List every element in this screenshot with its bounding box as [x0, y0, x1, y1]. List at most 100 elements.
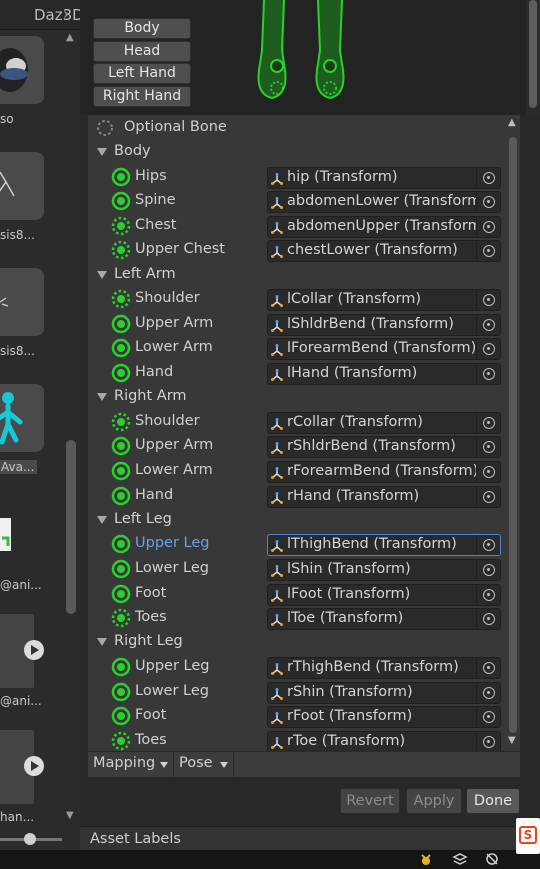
object-picker-button[interactable] [476, 241, 500, 262]
bone-row[interactable]: Lower Arm rForearmBend (Transform) [88, 460, 506, 485]
bone-required-icon[interactable] [111, 584, 131, 604]
transform-object-field[interactable]: lShin (Transform) [267, 558, 501, 581]
target-icon[interactable] [483, 368, 495, 381]
bone-row[interactable]: Upper Arm rShldrBend (Transform) [88, 435, 506, 460]
foldout-triangle-icon[interactable] [97, 515, 107, 524]
layers-icon[interactable] [452, 852, 468, 866]
bone-row[interactable]: Shoulder lCollar (Transform) [88, 288, 506, 313]
object-picker-button[interactable] [476, 657, 500, 678]
object-picker-button[interactable] [476, 192, 500, 213]
bone-required-icon[interactable] [111, 314, 131, 334]
target-icon[interactable] [483, 539, 495, 552]
transform-object-field[interactable]: chestLower (Transform) [267, 240, 501, 263]
bone-required-icon[interactable] [111, 436, 131, 456]
target-icon[interactable] [483, 490, 495, 503]
breadcrumb[interactable]: Daz3D › [0, 0, 84, 30]
bone-row[interactable]: Upper Arm lShldrBend (Transform) [88, 313, 506, 338]
transform-object-field[interactable]: hip (Transform) [267, 166, 501, 189]
target-icon[interactable] [483, 711, 495, 724]
mapping-dropdown[interactable]: Mapping [88, 752, 174, 778]
transform-object-field[interactable]: lFoot (Transform) [267, 583, 501, 606]
bone-row[interactable]: Hips hip (Transform) [88, 166, 506, 191]
transform-object-field[interactable]: abdomenUpper (Transform) [267, 215, 501, 238]
bone-optional-icon[interactable] [111, 216, 131, 236]
target-icon[interactable] [483, 686, 495, 699]
bone-row[interactable]: Upper Leg lThighBend (Transform) [88, 533, 506, 558]
bone-row[interactable]: Upper Leg rThighBend (Transform) [88, 656, 506, 681]
object-picker-button[interactable] [476, 462, 500, 482]
bone-optional-icon[interactable] [111, 731, 131, 751]
target-icon[interactable] [483, 294, 495, 307]
chevron-right-icon[interactable]: › [63, 4, 69, 23]
bone-row[interactable]: Toes lToe (Transform) [88, 607, 506, 632]
bone-row[interactable]: Lower Leg rShin (Transform) [88, 681, 506, 706]
revert-button[interactable]: Revert [340, 788, 400, 814]
object-picker-button[interactable] [476, 167, 500, 188]
object-picker-button[interactable] [476, 682, 500, 703]
transform-object-field[interactable]: rHand (Transform) [267, 485, 501, 508]
object-picker-button[interactable] [476, 339, 500, 360]
done-button[interactable]: Done [466, 788, 520, 814]
object-picker-button[interactable] [476, 707, 500, 728]
target-icon[interactable] [483, 171, 495, 184]
play-icon[interactable] [24, 756, 44, 776]
object-picker-button[interactable] [476, 412, 500, 433]
target-icon[interactable] [483, 318, 495, 331]
asset-thumbnail[interactable] [0, 36, 44, 104]
bone-row[interactable]: Shoulder rCollar (Transform) [88, 411, 506, 436]
target-icon[interactable] [483, 588, 495, 601]
transform-object-field[interactable]: lHand (Transform) [267, 363, 501, 386]
bone-required-icon[interactable] [111, 338, 131, 358]
body-view-button[interactable]: Body [93, 18, 191, 39]
asset-thumbnail[interactable] [0, 268, 44, 336]
target-icon[interactable] [483, 245, 495, 258]
head-view-button[interactable]: Head [93, 41, 191, 62]
group-header-right-leg[interactable]: Right Leg [88, 631, 506, 656]
transform-object-field[interactable]: abdomenLower (Transform) [267, 191, 501, 214]
asset-thumbnail[interactable] [0, 614, 44, 688]
bone-row[interactable]: Foot rFoot (Transform) [88, 705, 506, 730]
scroll-up-icon[interactable]: ▲ [508, 117, 516, 128]
slider-knob[interactable] [24, 833, 36, 845]
target-icon[interactable] [483, 613, 495, 626]
bone-row[interactable]: Chest abdomenUpper (Transform) [88, 215, 506, 240]
transform-object-field[interactable]: rShin (Transform) [267, 681, 501, 704]
target-icon[interactable] [483, 220, 495, 233]
object-picker-button[interactable] [476, 364, 500, 385]
bone-optional-icon[interactable] [111, 412, 131, 432]
scrollbar-thumb[interactable] [66, 440, 76, 614]
bone-optional-icon[interactable] [111, 608, 131, 628]
target-icon[interactable] [483, 661, 495, 674]
transform-object-field[interactable]: rThighBend (Transform) [267, 656, 501, 679]
bone-row[interactable]: Hand lHand (Transform) [88, 362, 506, 387]
target-icon[interactable] [483, 466, 495, 478]
bone-row[interactable]: Lower Arm lForearmBend (Transform) [88, 337, 506, 362]
bone-required-icon[interactable] [111, 461, 131, 481]
bone-row[interactable]: Lower Leg lShin (Transform) [88, 558, 506, 583]
transform-object-field[interactable]: lCollar (Transform) [267, 289, 501, 312]
bone-required-icon[interactable] [111, 657, 131, 677]
group-header-right-arm[interactable]: Right Arm [88, 386, 506, 411]
target-icon[interactable] [483, 416, 495, 429]
object-picker-button[interactable] [476, 731, 500, 752]
document-icon[interactable] [0, 518, 12, 552]
transform-object-field[interactable]: rForearmBend (Transform) [267, 461, 501, 483]
target-icon[interactable] [483, 735, 495, 748]
breadcrumb-label[interactable]: Daz3D [34, 6, 84, 24]
play-icon[interactable] [24, 640, 44, 660]
transform-object-field[interactable]: rFoot (Transform) [267, 706, 501, 729]
debug-icon[interactable] [418, 852, 434, 866]
object-picker-button[interactable] [476, 559, 500, 580]
target-icon[interactable] [483, 441, 495, 454]
target-icon[interactable] [483, 196, 495, 209]
bone-required-icon[interactable] [111, 363, 131, 383]
asset-thumbnail[interactable] [0, 730, 44, 804]
bone-required-icon[interactable] [111, 167, 131, 187]
object-picker-button[interactable] [476, 314, 500, 335]
transform-object-field[interactable]: lForearmBend (Transform) [267, 338, 501, 361]
transform-object-field[interactable]: lShldrBend (Transform) [267, 313, 501, 336]
object-picker-button[interactable] [476, 486, 500, 507]
foldout-triangle-icon[interactable] [97, 270, 107, 279]
scrollbar-thumb[interactable] [509, 137, 517, 733]
target-icon[interactable] [483, 343, 495, 356]
